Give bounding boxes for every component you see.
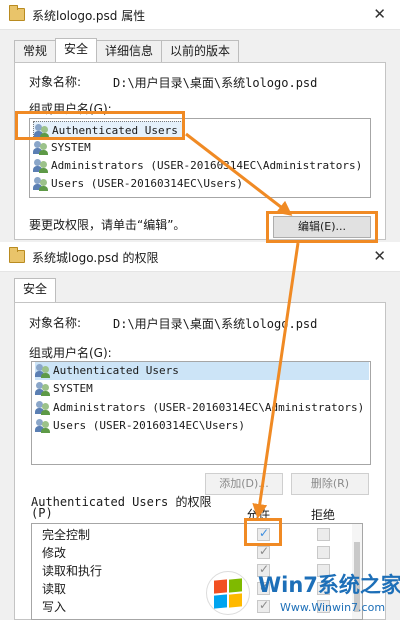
edit-button[interactable]: 编辑(E)... bbox=[273, 216, 371, 238]
users-listbox[interactable]: Authenticated Users SYSTEM Administrator… bbox=[29, 118, 371, 198]
deny-checkbox[interactable] bbox=[317, 528, 330, 541]
list-item-label: Authenticated Users bbox=[52, 124, 178, 137]
list-item-label: Users (USER-20160314EC\Users) bbox=[53, 419, 246, 432]
folder-icon bbox=[9, 5, 25, 21]
deny-column-header: 拒绝 bbox=[311, 508, 336, 522]
permissions-header-shortcut: (P) bbox=[31, 506, 53, 520]
allow-column-header: 允许 bbox=[246, 508, 271, 522]
permissions-header: Authenticated Users 的权限 bbox=[31, 495, 212, 509]
watermark-url: Www.Winwin7.com bbox=[280, 601, 386, 614]
folder-icon bbox=[9, 247, 25, 263]
permissions-tabs: 安全 bbox=[14, 278, 57, 302]
group-users-label: 组或用户名(G): bbox=[29, 346, 112, 360]
permissions-window: 系统城logo.psd 的权限 ✕ 安全 对象名称: D:\用户目录\桌面\系统… bbox=[0, 242, 400, 620]
allow-checkbox[interactable] bbox=[257, 526, 270, 541]
permission-name: 完全控制 bbox=[42, 528, 91, 542]
permission-name: 读取 bbox=[42, 582, 67, 596]
object-name-label: 对象名称: bbox=[29, 75, 82, 89]
users-icon bbox=[33, 141, 49, 155]
properties-titlebar[interactable]: 系统lologo.psd 属性 ✕ bbox=[0, 0, 400, 30]
properties-window: 系统lologo.psd 属性 ✕ 常规 安全 详细信息 以前的版本 对象名称:… bbox=[0, 0, 400, 242]
properties-title: 系统lologo.psd 属性 bbox=[32, 9, 146, 23]
users-icon bbox=[35, 364, 51, 378]
add-button[interactable]: 添加(D)... bbox=[205, 473, 283, 495]
users-icon bbox=[34, 124, 50, 138]
group-users-label: 组或用户名(G): bbox=[29, 102, 112, 116]
tab-security[interactable]: 安全 bbox=[55, 38, 98, 62]
list-item-label: Administrators (USER-20160314EC\Administ… bbox=[51, 159, 363, 172]
list-item-authenticated-users[interactable]: Authenticated Users bbox=[33, 121, 183, 139]
edit-hint-text: 要更改权限，请单击“编辑”。 bbox=[29, 218, 186, 232]
list-item-label: SYSTEM bbox=[51, 141, 91, 154]
list-item-label: Authenticated Users bbox=[53, 364, 179, 377]
list-item-label: SYSTEM bbox=[53, 382, 93, 395]
object-name-value: D:\用户目录\桌面\系统lologo.psd bbox=[113, 317, 318, 331]
watermark: Win7系统之家 Www.Winwin7.com bbox=[200, 565, 400, 620]
watermark-brand: Win7系统之家 bbox=[258, 573, 400, 597]
object-name-value: D:\用户目录\桌面\系统lologo.psd bbox=[113, 76, 318, 90]
windows-logo-icon bbox=[206, 571, 250, 615]
users-listbox[interactable]: Authenticated Users SYSTEM Administrator… bbox=[31, 361, 371, 465]
close-icon[interactable]: ✕ bbox=[373, 5, 386, 23]
close-icon[interactable]: ✕ bbox=[373, 247, 386, 265]
permission-name: 写入 bbox=[42, 600, 67, 614]
list-item-label: Administrators (USER-20160314EC\Administ… bbox=[53, 401, 365, 414]
tab-security[interactable]: 安全 bbox=[14, 278, 57, 302]
permission-name: 读取和执行 bbox=[42, 564, 103, 578]
table-row: 完全控制 bbox=[32, 525, 362, 543]
remove-button[interactable]: 删除(R) bbox=[291, 473, 369, 495]
security-panel: 对象名称: D:\用户目录\桌面\系统lologo.psd 组或用户名(G): … bbox=[14, 62, 386, 240]
object-name-label: 对象名称: bbox=[29, 316, 82, 330]
users-icon bbox=[35, 419, 51, 433]
deny-checkbox[interactable] bbox=[317, 546, 330, 559]
allow-checkbox[interactable] bbox=[257, 544, 270, 559]
permissions-title: 系统城logo.psd 的权限 bbox=[32, 251, 159, 265]
users-icon bbox=[35, 382, 51, 396]
properties-tabs: 常规 安全 详细信息 以前的版本 bbox=[14, 38, 240, 62]
users-icon bbox=[35, 401, 51, 415]
users-icon bbox=[33, 177, 49, 191]
tab-general[interactable]: 常规 bbox=[14, 40, 57, 62]
table-row: 修改 bbox=[32, 543, 362, 561]
tab-previous-versions[interactable]: 以前的版本 bbox=[161, 40, 240, 62]
permission-name: 修改 bbox=[42, 546, 67, 560]
list-item-label: Users (USER-20160314EC\Users) bbox=[51, 177, 244, 190]
users-icon bbox=[33, 159, 49, 173]
tab-details[interactable]: 详细信息 bbox=[96, 40, 163, 62]
permissions-titlebar[interactable]: 系统城logo.psd 的权限 ✕ bbox=[0, 242, 400, 272]
list-item-authenticated-users[interactable]: Authenticated Users bbox=[35, 362, 369, 380]
